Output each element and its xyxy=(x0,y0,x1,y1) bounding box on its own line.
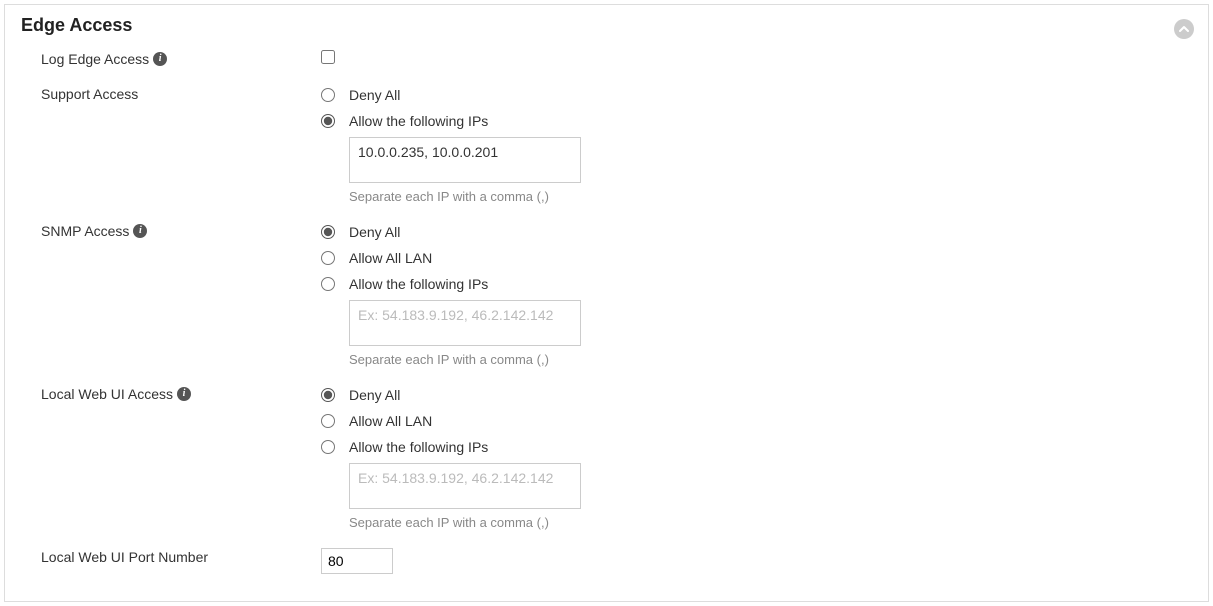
info-icon[interactable]: i xyxy=(177,387,191,401)
info-icon[interactable]: i xyxy=(133,224,147,238)
webui-allow-ips-radio[interactable] xyxy=(321,440,335,454)
row-support-access: Support Access Deny All Allow the follow… xyxy=(21,85,1192,204)
snmp-ips-helper: Separate each IP with a comma (,) xyxy=(349,352,1192,367)
label-text: Log Edge Access xyxy=(41,51,149,67)
webui-port-input[interactable] xyxy=(321,548,393,574)
label-log-edge-access: Log Edge Access i xyxy=(21,50,321,67)
support-ips-input[interactable] xyxy=(349,137,581,183)
webui-deny-all-label[interactable]: Deny All xyxy=(349,387,400,403)
section-title: Edge Access xyxy=(21,15,1192,36)
snmp-allow-lan-label[interactable]: Allow All LAN xyxy=(349,250,432,266)
snmp-allow-lan-radio[interactable] xyxy=(321,251,335,265)
row-webui-access: Local Web UI Access i Deny All Allow All… xyxy=(21,385,1192,530)
label-webui-access: Local Web UI Access i xyxy=(21,385,321,402)
snmp-deny-all-label[interactable]: Deny All xyxy=(349,224,400,240)
webui-allow-lan-label[interactable]: Allow All LAN xyxy=(349,413,432,429)
webui-allow-lan-radio[interactable] xyxy=(321,414,335,428)
collapse-icon[interactable] xyxy=(1174,19,1194,39)
support-ips-helper: Separate each IP with a comma (,) xyxy=(349,189,1192,204)
label-webui-port: Local Web UI Port Number xyxy=(21,548,321,565)
label-text: Local Web UI Access xyxy=(41,386,173,402)
snmp-allow-ips-radio[interactable] xyxy=(321,277,335,291)
webui-deny-all-radio[interactable] xyxy=(321,388,335,402)
row-snmp-access: SNMP Access i Deny All Allow All LAN All… xyxy=(21,222,1192,367)
info-icon[interactable]: i xyxy=(153,52,167,66)
snmp-allow-ips-label[interactable]: Allow the following IPs xyxy=(349,276,488,292)
snmp-ips-input xyxy=(349,300,581,346)
webui-allow-ips-label[interactable]: Allow the following IPs xyxy=(349,439,488,455)
snmp-deny-all-radio[interactable] xyxy=(321,225,335,239)
label-text: SNMP Access xyxy=(41,223,129,239)
support-deny-all-label[interactable]: Deny All xyxy=(349,87,400,103)
support-allow-ips-label[interactable]: Allow the following IPs xyxy=(349,113,488,129)
label-snmp-access: SNMP Access i xyxy=(21,222,321,239)
log-edge-access-checkbox[interactable] xyxy=(321,50,335,64)
label-support-access: Support Access xyxy=(21,85,321,102)
row-webui-port: Local Web UI Port Number xyxy=(21,548,1192,574)
edge-access-panel: Edge Access Log Edge Access i Support Ac… xyxy=(4,4,1209,602)
label-text: Support Access xyxy=(41,86,138,102)
support-allow-ips-radio[interactable] xyxy=(321,114,335,128)
row-log-edge-access: Log Edge Access i xyxy=(21,50,1192,67)
support-deny-all-radio[interactable] xyxy=(321,88,335,102)
webui-ips-input xyxy=(349,463,581,509)
webui-ips-helper: Separate each IP with a comma (,) xyxy=(349,515,1192,530)
label-text: Local Web UI Port Number xyxy=(41,549,208,565)
